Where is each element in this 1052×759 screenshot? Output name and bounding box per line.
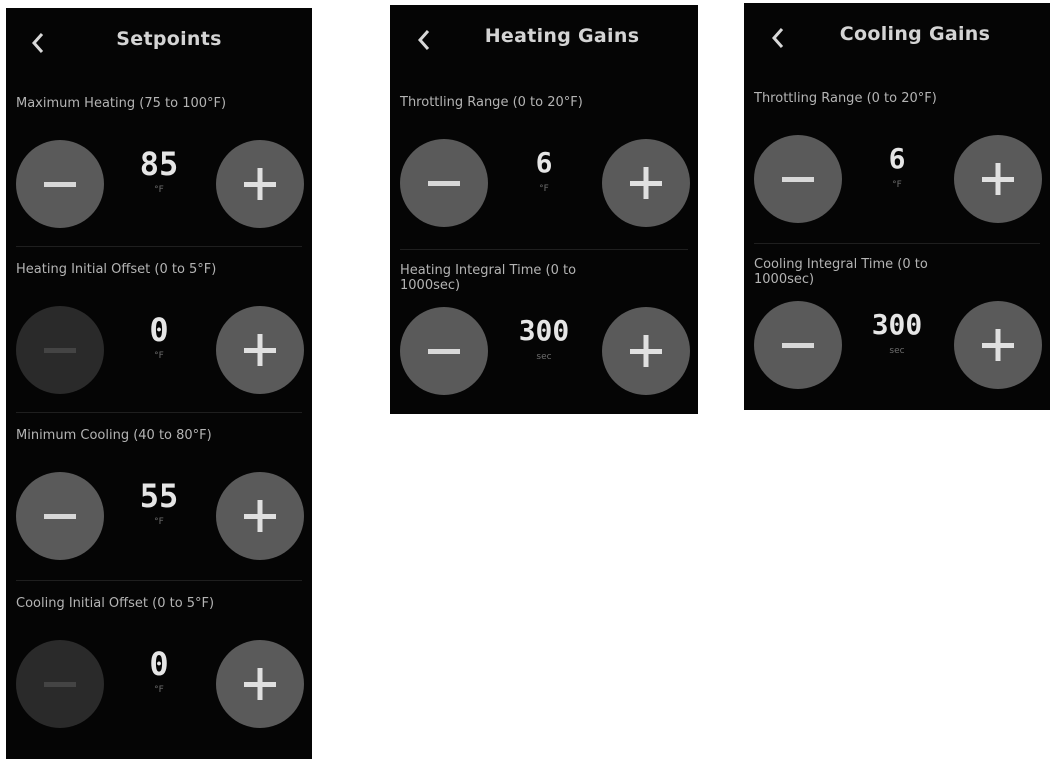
minus-icon	[428, 181, 460, 186]
setting-label: Heating Initial Offset (0 to 5°F)	[16, 262, 217, 277]
setting-value: 0	[149, 645, 169, 683]
setting-value: 0	[149, 311, 169, 349]
stepper-control: 6 °F	[744, 135, 1050, 225]
stepper-control: 300 sec	[744, 301, 1050, 391]
page-title: Setpoints	[116, 28, 222, 50]
value-display: 6 °F	[496, 145, 592, 195]
minus-icon	[782, 343, 814, 348]
stepper-control: 0 °F	[6, 640, 312, 730]
value-display: 300 sec	[496, 313, 592, 363]
decrement-button[interactable]	[754, 301, 842, 389]
plus-icon	[244, 668, 276, 700]
setting-value: 85	[139, 145, 179, 183]
decrement-button[interactable]	[16, 140, 104, 228]
decrement-button[interactable]	[400, 307, 488, 395]
minus-icon	[428, 349, 460, 354]
setting-unit: °F	[539, 184, 549, 194]
decrement-button[interactable]	[400, 139, 488, 227]
increment-button[interactable]	[216, 306, 304, 394]
setting-value: 55	[139, 477, 179, 515]
value-display: 0 °F	[112, 646, 206, 696]
setting-value: 6	[535, 146, 553, 179]
stepper-control: 6 °F	[390, 139, 698, 229]
setting-label: Cooling Integral Time (0 to 1000sec)	[754, 257, 928, 287]
divider	[754, 243, 1040, 244]
plus-icon	[630, 167, 662, 199]
stepper-control: 0 °F	[6, 306, 312, 396]
setting-value: 300	[518, 314, 570, 347]
cooling-gains-panel: Cooling Gains Throttling Range (0 to 20°…	[744, 3, 1050, 410]
setting-unit: sec	[536, 352, 552, 362]
increment-button[interactable]	[216, 640, 304, 728]
value-display: 0 °F	[112, 312, 206, 362]
value-display: 55 °F	[112, 478, 206, 528]
increment-button[interactable]	[216, 472, 304, 560]
increment-button[interactable]	[602, 307, 690, 395]
decrement-button[interactable]	[16, 640, 104, 728]
increment-button[interactable]	[954, 135, 1042, 223]
divider	[16, 412, 302, 413]
plus-icon	[982, 329, 1014, 361]
plus-icon	[244, 334, 276, 366]
heating-gains-panel: Heating Gains Throttling Range (0 to 20°…	[390, 5, 698, 414]
minus-icon	[44, 682, 76, 687]
value-display: 300 sec	[850, 307, 944, 357]
plus-icon	[244, 168, 276, 200]
setting-unit: °F	[154, 685, 164, 695]
setting-unit: °F	[892, 180, 902, 190]
divider	[16, 580, 302, 581]
setting-value: 300	[871, 308, 923, 341]
setting-unit: sec	[889, 346, 905, 356]
minus-icon	[44, 348, 76, 353]
setting-value: 6	[888, 142, 906, 175]
stepper-control: 85 °F	[6, 140, 312, 230]
setting-unit: °F	[154, 517, 164, 527]
value-display: 85 °F	[112, 146, 206, 196]
minus-icon	[782, 177, 814, 182]
page-title: Heating Gains	[484, 25, 640, 47]
setting-label: Minimum Cooling (40 to 80°F)	[16, 428, 212, 443]
decrement-button[interactable]	[754, 135, 842, 223]
setting-unit: °F	[154, 351, 164, 361]
increment-button[interactable]	[602, 139, 690, 227]
cooling-gains-header: Cooling Gains	[744, 3, 1050, 73]
heating-gains-header: Heating Gains	[390, 5, 698, 75]
minus-icon	[44, 182, 76, 187]
value-display: 6 °F	[850, 141, 944, 191]
increment-button[interactable]	[954, 301, 1042, 389]
setpoints-header: Setpoints	[6, 8, 312, 78]
setting-label: Maximum Heating (75 to 100°F)	[16, 96, 227, 111]
setting-label: Throttling Range (0 to 20°F)	[400, 95, 583, 110]
setting-unit: °F	[154, 185, 164, 195]
decrement-button[interactable]	[16, 472, 104, 560]
setting-label: Heating Integral Time (0 to 1000sec)	[400, 263, 577, 293]
page-title: Cooling Gains	[839, 23, 991, 45]
decrement-button[interactable]	[16, 306, 104, 394]
plus-icon	[244, 500, 276, 532]
increment-button[interactable]	[216, 140, 304, 228]
plus-icon	[630, 335, 662, 367]
minus-icon	[44, 514, 76, 519]
divider	[400, 249, 688, 250]
divider	[16, 246, 302, 247]
setting-label: Cooling Initial Offset (0 to 5°F)	[16, 596, 215, 611]
stepper-control: 55 °F	[6, 472, 312, 562]
setpoints-panel: Setpoints Maximum Heating (75 to 100°F) …	[6, 8, 312, 759]
setting-label: Throttling Range (0 to 20°F)	[754, 91, 937, 106]
plus-icon	[982, 163, 1014, 195]
stepper-control: 300 sec	[390, 307, 698, 397]
